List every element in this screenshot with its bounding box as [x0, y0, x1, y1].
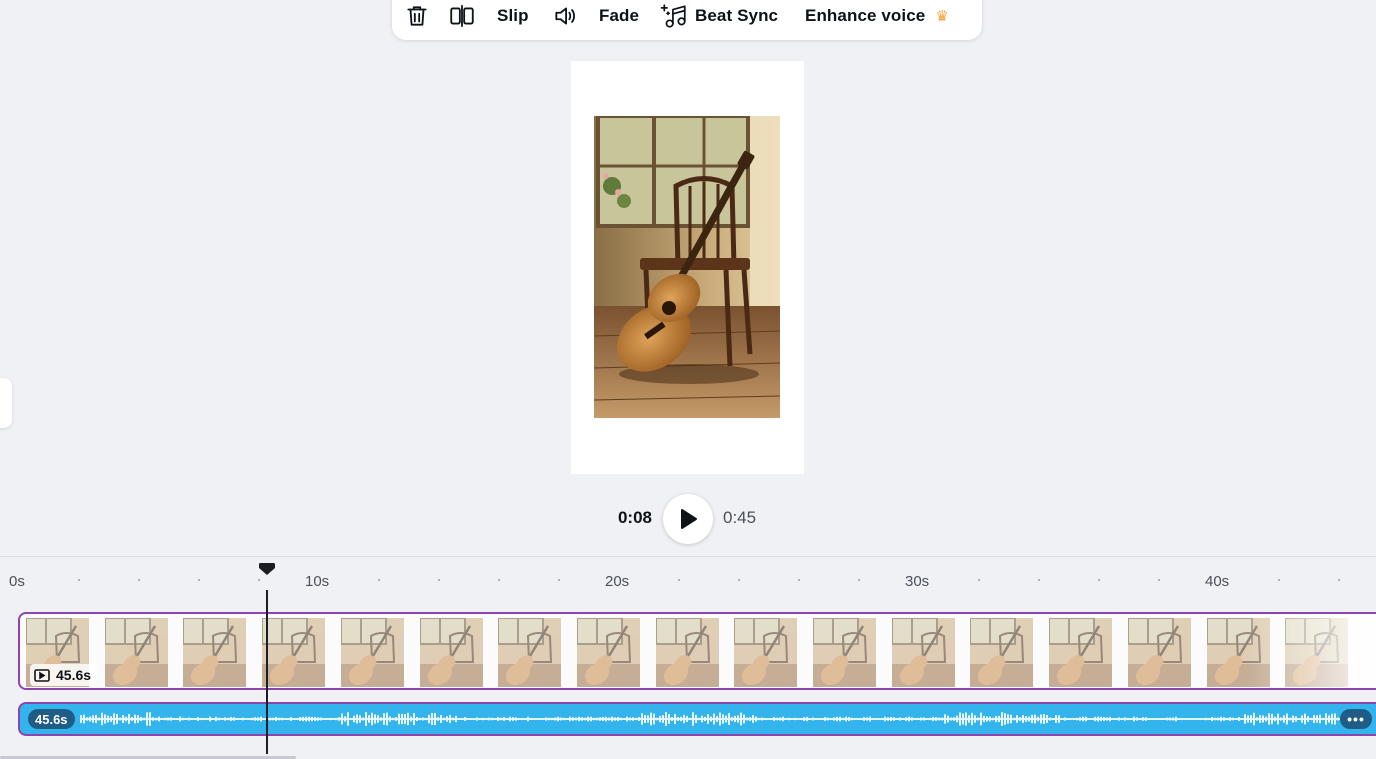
play-button[interactable] [663, 494, 713, 544]
ruler-tick [678, 579, 680, 581]
volume-icon [555, 7, 575, 25]
ruler-tick [1158, 579, 1160, 581]
playhead-handle[interactable] [258, 562, 276, 581]
guitar-image[interactable] [594, 116, 780, 418]
beat-sync-label: Beat Sync [695, 6, 779, 25]
video-thumbnail [262, 618, 326, 687]
design-canvas[interactable] [571, 61, 804, 474]
current-time: 0:08 [617, 508, 652, 527]
more-options-button[interactable]: ••• [1340, 709, 1372, 729]
slip-button[interactable]: Slip [497, 0, 529, 32]
video-thumbnail [340, 618, 404, 687]
slip-label: Slip [497, 6, 529, 25]
video-thumbnail [419, 618, 483, 687]
ruler-tick [1278, 579, 1280, 581]
ruler-label: 20s [605, 573, 630, 590]
crown-icon: ♛ [935, 8, 949, 25]
ruler-label: 30s [905, 573, 930, 590]
video-thumbnail [183, 618, 247, 687]
video-duration: 45.6s [56, 667, 92, 683]
video-track[interactable]: 45.6s [18, 612, 1376, 690]
ruler-label: 0s [9, 573, 25, 590]
video-thumbnail [1127, 618, 1191, 687]
ruler-label: 40s [1205, 573, 1230, 590]
video-thumbnail [655, 618, 719, 687]
ruler-tick [558, 579, 560, 581]
ruler-tick [498, 579, 500, 581]
side-panel-tab[interactable] [0, 378, 12, 428]
ruler-tick [378, 579, 380, 581]
clip-toolbar: Slip Fade Beat Sync Enhance voice ♛ [392, 0, 982, 40]
trash-icon [407, 6, 427, 26]
ruler-tick [978, 579, 980, 581]
ruler-tick [1038, 579, 1040, 581]
ruler-tick [738, 579, 740, 581]
beat-sync-button[interactable]: Beat Sync [660, 0, 778, 32]
ruler-label: 10s [305, 573, 330, 590]
delete-button[interactable] [404, 0, 430, 32]
split-button[interactable] [448, 0, 476, 32]
fade-label: Fade [599, 6, 640, 25]
video-thumbnail [576, 618, 640, 687]
ruler-tick [198, 579, 200, 581]
video-thumbnail [1049, 618, 1113, 687]
playhead-line[interactable] [266, 590, 268, 754]
ruler-tick [438, 579, 440, 581]
ruler-tick [138, 579, 140, 581]
video-clip-icon [34, 668, 50, 682]
video-thumbnail [970, 618, 1034, 687]
music-sparkle-icon [660, 4, 686, 28]
audio-waveform [80, 712, 1340, 726]
video-thumbnail [104, 618, 168, 687]
total-time: 0:45 [723, 508, 757, 527]
audio-track[interactable]: 45.6s ••• [18, 702, 1376, 736]
fade-button[interactable]: Fade [599, 0, 639, 32]
video-duration-badge: 45.6s [30, 664, 98, 686]
track-fade-overlay [1246, 614, 1376, 688]
ruler-tick [1338, 579, 1340, 581]
video-thumbnail [498, 618, 562, 687]
timeline-divider [0, 556, 1376, 557]
ruler-tick [858, 579, 860, 581]
ruler-tick [798, 579, 800, 581]
ruler-tick [78, 579, 80, 581]
enhance-voice-label: Enhance voice [805, 6, 926, 25]
video-thumbnail [813, 618, 876, 687]
more-options-icon: ••• [1347, 711, 1365, 727]
play-icon [681, 509, 697, 529]
volume-button[interactable] [552, 0, 578, 32]
enhance-voice-button[interactable]: Enhance voice ♛ [805, 0, 949, 32]
ruler-tick [1098, 579, 1100, 581]
video-thumbnail [891, 618, 955, 687]
split-icon [450, 5, 474, 27]
playhead-marker-icon [259, 563, 275, 575]
video-thumbnail [734, 618, 798, 687]
audio-duration-badge: 45.6s [28, 709, 75, 729]
